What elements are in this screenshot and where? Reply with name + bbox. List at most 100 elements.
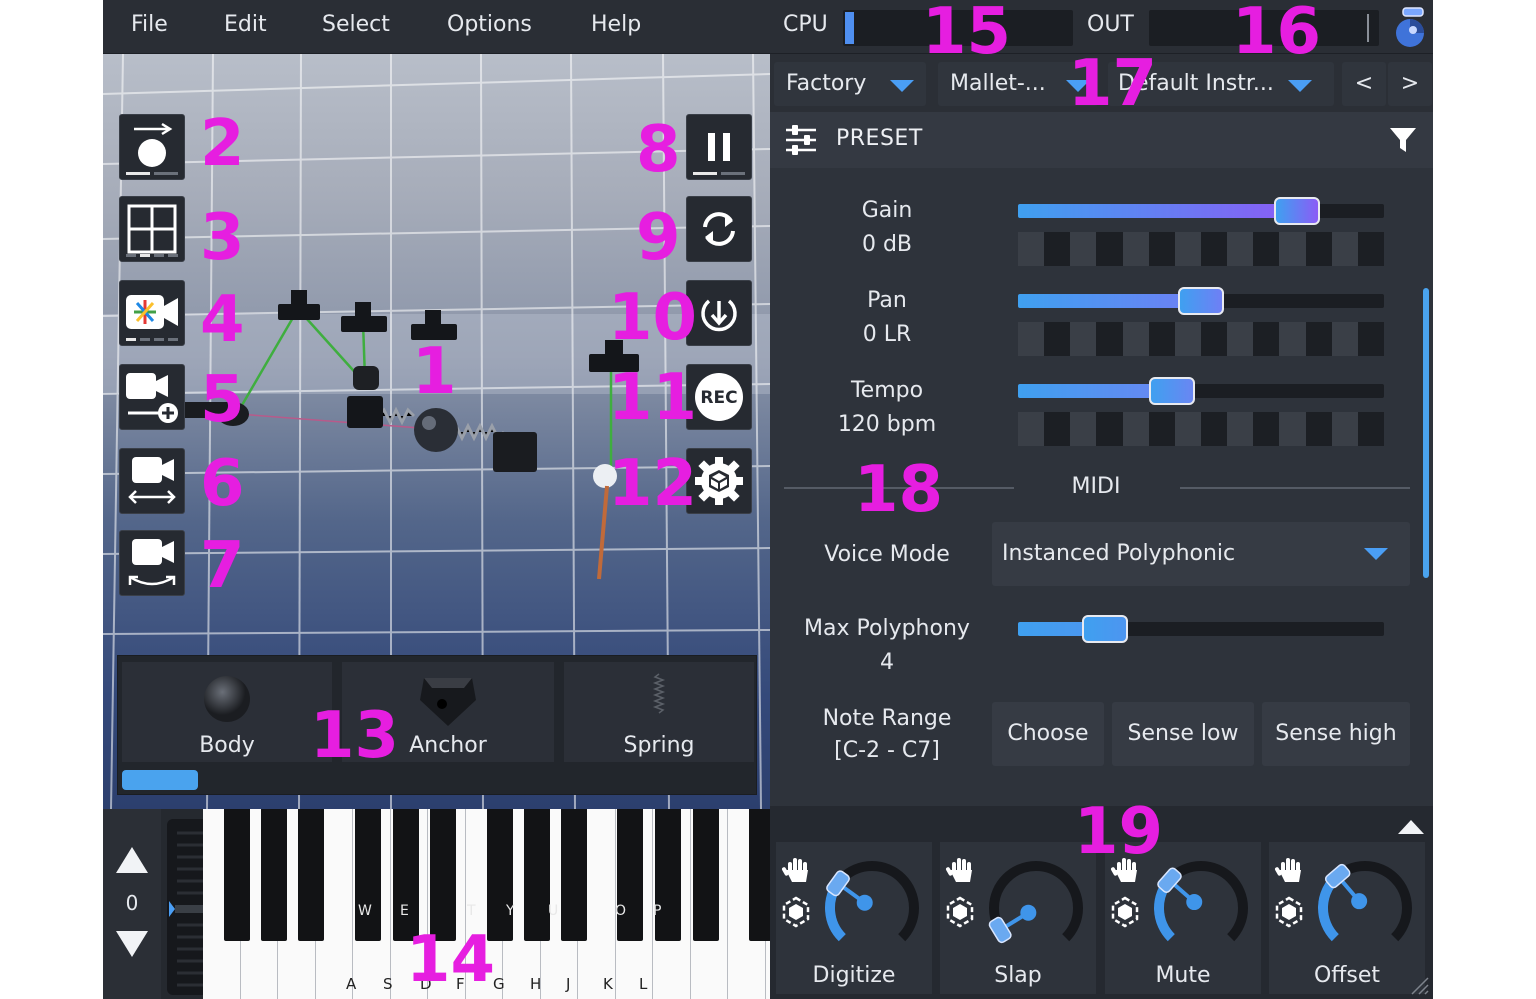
hexagon-settings-icon[interactable] [782, 896, 810, 928]
menu-select[interactable]: Select [322, 12, 390, 37]
black-key[interactable] [561, 809, 587, 941]
macro-knob-digitize[interactable]: Digitize [776, 842, 932, 994]
mod-strip-cell [1122, 322, 1149, 356]
gain-mod-strip[interactable] [1018, 232, 1384, 266]
white-key-label: K [603, 975, 613, 993]
app-window: File Edit Select Options Help CPU OUT RE… [103, 0, 1433, 999]
mod-strip-cell [1279, 412, 1306, 446]
next-preset-button[interactable]: > [1388, 62, 1432, 106]
black-key[interactable] [617, 809, 643, 941]
black-key[interactable] [655, 809, 681, 941]
gear-cube-icon [695, 457, 743, 505]
tempo-mod-strip[interactable] [1018, 412, 1384, 446]
hexagon-settings-icon[interactable] [946, 896, 974, 928]
pan-slider[interactable] [1018, 287, 1384, 315]
hexagon-settings-icon[interactable] [1111, 896, 1139, 928]
parameter-scrollbar[interactable] [1423, 288, 1429, 578]
mod-strip-cell [1357, 412, 1384, 446]
max-polyphony-slider-knob[interactable] [1082, 615, 1128, 643]
tempo-label: Tempo [850, 378, 924, 403]
octave-up-icon[interactable] [112, 843, 152, 877]
mod-strip-cell [1253, 412, 1280, 446]
black-key[interactable] [524, 809, 550, 941]
black-key[interactable] [224, 809, 250, 941]
mod-strip-cell [1227, 232, 1254, 266]
hand-icon[interactable] [1274, 858, 1301, 882]
mod-strip-cell [1331, 412, 1358, 446]
callout-number: 4 [200, 283, 245, 357]
max-polyphony-label: Max Polyphony [804, 616, 970, 641]
macro-knob-label: Mute [1155, 963, 1211, 988]
palette-spring-label: Spring [623, 733, 695, 758]
sense-low-button[interactable]: Sense low [1112, 702, 1254, 766]
sliders-icon[interactable] [784, 123, 818, 157]
piano-keys[interactable]: ASDFGHJKLWETYUOP [203, 809, 775, 999]
grid-icon [127, 204, 177, 254]
gain-slider[interactable] [1018, 197, 1384, 225]
menu-edit[interactable]: Edit [224, 12, 267, 37]
menu-file[interactable]: File [131, 12, 168, 37]
choose-range-button[interactable]: Choose [992, 702, 1104, 766]
voice-mode-dropdown[interactable]: Instanced Polyphonic [992, 522, 1410, 586]
mod-strip-cell [1331, 232, 1358, 266]
menu-help[interactable]: Help [591, 12, 641, 37]
octave-down-icon[interactable] [112, 927, 152, 961]
tempo-slider[interactable] [1018, 377, 1384, 405]
black-key[interactable] [487, 809, 513, 941]
black-key[interactable] [355, 809, 381, 941]
sense-high-button[interactable]: Sense high [1262, 702, 1410, 766]
black-key[interactable] [393, 809, 419, 941]
pause-button[interactable] [686, 114, 752, 180]
hand-icon[interactable] [945, 858, 972, 882]
macro-knob-offset[interactable]: Offset [1269, 842, 1425, 994]
sphere-icon [204, 676, 250, 722]
gain-slider-knob[interactable] [1274, 197, 1320, 225]
callout-number: 5 [200, 363, 245, 437]
app-logo-icon [1396, 7, 1424, 47]
mod-strip-cell [1148, 412, 1175, 446]
bank-dropdown[interactable]: Factory [774, 62, 926, 106]
mod-strip-cell [1200, 322, 1228, 356]
gain-value: 0 dB [861, 232, 913, 257]
palette-body[interactable]: Body [122, 662, 332, 762]
palette-spring[interactable]: Spring [564, 662, 754, 762]
white-key-label: L [639, 975, 648, 993]
mod-strip-cell [1122, 412, 1149, 446]
pan-slider-knob[interactable] [1178, 287, 1224, 315]
black-key[interactable] [261, 809, 287, 941]
chevron-down-icon [1364, 548, 1388, 560]
chevron-down-icon [890, 80, 914, 92]
add-body-tool-button[interactable] [119, 114, 185, 180]
black-key-label: Y [506, 903, 515, 919]
voice-mode-value: Instanced Polyphonic [1002, 541, 1236, 566]
reset-button[interactable] [686, 196, 752, 262]
black-key[interactable] [693, 809, 719, 941]
mod-strip-cell [1096, 232, 1123, 266]
grid-layout-button[interactable] [119, 196, 185, 262]
tempo-slider-knob[interactable] [1149, 377, 1196, 405]
macro-knob-label: Slap [994, 963, 1042, 988]
callout-number: 2 [200, 107, 245, 181]
menu-options[interactable]: Options [447, 12, 532, 37]
callout-number: 16 [1232, 0, 1322, 69]
prev-preset-button[interactable]: < [1342, 62, 1386, 106]
out-label: OUT [1087, 12, 1134, 37]
white-key-label: H [530, 975, 542, 993]
palette-scrollbar[interactable] [122, 770, 198, 790]
callout-number: 19 [1074, 795, 1164, 869]
pan-mod-strip[interactable] [1018, 322, 1384, 356]
macro-knob-slap[interactable]: Slap [940, 842, 1096, 994]
camera-pan-button[interactable] [119, 448, 185, 514]
max-polyphony-slider[interactable] [1018, 615, 1384, 643]
hand-icon[interactable] [781, 858, 808, 882]
resize-grip-icon[interactable] [1406, 972, 1430, 996]
black-key[interactable] [430, 809, 456, 941]
collapse-up-icon[interactable] [1396, 816, 1426, 836]
add-camera-button[interactable] [119, 364, 185, 430]
black-key[interactable] [298, 809, 324, 941]
hexagon-settings-icon[interactable] [1275, 896, 1303, 928]
mod-strip-cell [1305, 322, 1332, 356]
camera-orbit-button[interactable] [119, 530, 185, 596]
filter-icon[interactable] [1388, 125, 1418, 155]
camera-effects-button[interactable] [119, 280, 185, 346]
